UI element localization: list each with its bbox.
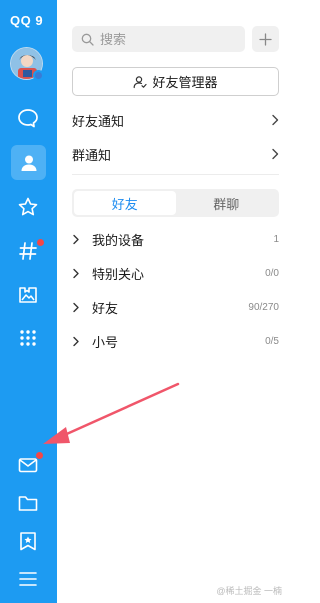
watermark: @稀土掘金 一楠 [216, 586, 282, 596]
sidebar-item-favorites[interactable] [13, 192, 43, 222]
section-divider [72, 174, 279, 175]
friend-manager-button[interactable]: 好友管理器 [72, 67, 279, 96]
add-button[interactable] [252, 26, 279, 52]
search-box[interactable] [72, 26, 245, 52]
sidebar-item-messages[interactable] [13, 103, 43, 133]
chevron-right-icon [272, 148, 279, 160]
group-name: 我的设备 [92, 232, 145, 248]
chat-bubble-icon [18, 109, 38, 128]
online-status-icon [33, 70, 44, 81]
chevron-right-icon [272, 114, 279, 126]
group-row-friends[interactable]: 好友 90/270 [72, 297, 279, 317]
friend-notice-label: 好友通知 [72, 113, 125, 129]
group-notice-label: 群通知 [72, 147, 112, 163]
friend-notice-row[interactable]: 好友通知 [72, 110, 279, 130]
group-count: 0/5 [265, 335, 279, 347]
sidebar-item-collection[interactable] [13, 526, 43, 556]
grid-dots-icon [20, 330, 36, 346]
qq-logo: QQ 9 [10, 13, 44, 28]
bookmark-image-icon [19, 287, 37, 303]
group-name: 好友 [92, 300, 119, 316]
sidebar-item-contacts[interactable] [11, 145, 46, 180]
folder-icon [18, 496, 38, 511]
group-name: 特别关心 [92, 266, 145, 282]
sidebar-item-files[interactable] [13, 488, 43, 518]
friend-manager-label: 好友管理器 [152, 75, 218, 90]
friend-manager-icon [134, 75, 148, 88]
star-icon [18, 197, 38, 216]
group-count: 1 [273, 233, 279, 245]
group-name: 小号 [92, 334, 119, 350]
person-icon [21, 155, 36, 171]
group-notice-row[interactable]: 群通知 [72, 144, 279, 164]
chevron-right-icon [73, 234, 79, 244]
tab-friends[interactable]: 好友 [74, 191, 176, 215]
search-input[interactable] [100, 31, 230, 47]
group-count: 0/0 [265, 267, 279, 279]
sidebar-item-menu[interactable] [13, 564, 43, 594]
search-icon [81, 33, 94, 46]
group-row-my-devices[interactable]: 我的设备 1 [72, 229, 279, 249]
mail-badge-dot [35, 451, 44, 460]
chevron-right-icon [73, 302, 79, 312]
group-count: 90/270 [248, 301, 279, 313]
bookmark-star-icon [20, 532, 36, 551]
chevron-right-icon [73, 268, 79, 278]
channels-badge-dot [36, 238, 45, 247]
sidebar-item-gallery[interactable] [13, 280, 43, 310]
group-row-special-care[interactable]: 特别关心 0/0 [72, 263, 279, 283]
chevron-right-icon [73, 336, 79, 346]
sidebar-item-apps[interactable] [13, 323, 43, 353]
hamburger-menu-icon [19, 572, 37, 586]
contact-tabs: 好友 群聊 [72, 189, 279, 217]
tab-groups[interactable]: 群聊 [176, 191, 278, 215]
sidebar: QQ 9 [0, 0, 57, 603]
group-row-alt-accounts[interactable]: 小号 0/5 [72, 331, 279, 351]
plus-icon [259, 32, 272, 46]
contacts-panel: 好友管理器 好友通知 群通知 好友 群聊 我的设备 1 特别关心 0/0 好友 … [57, 0, 290, 603]
